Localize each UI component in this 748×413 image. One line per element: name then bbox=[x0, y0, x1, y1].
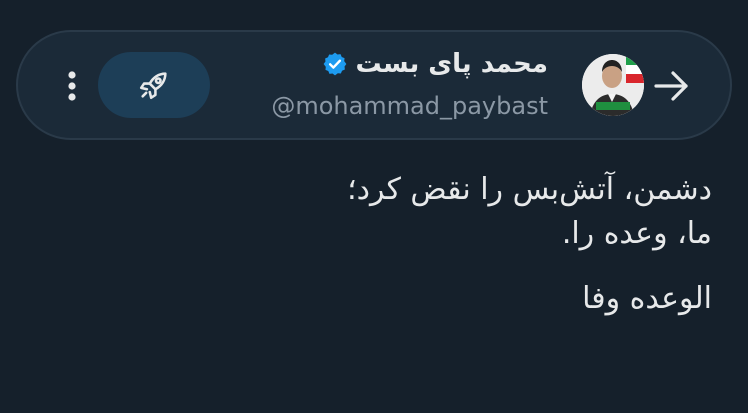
tweet-line: دشمن، آتش‌بس را نقض کرد؛ bbox=[347, 172, 712, 207]
profile-header: محمد پای بست @mohammad_paybast bbox=[16, 30, 732, 140]
verified-badge-icon bbox=[323, 52, 346, 76]
boost-button[interactable] bbox=[98, 52, 210, 118]
user-handle: @mohammad_paybast bbox=[271, 92, 548, 120]
tweet-line: الوعده وفا bbox=[582, 281, 712, 316]
rocket-icon bbox=[139, 72, 167, 100]
avatar-photo bbox=[582, 54, 644, 116]
back-button[interactable] bbox=[652, 68, 692, 104]
arrow-right-icon bbox=[654, 71, 688, 101]
name-row: محمد پای بست bbox=[322, 46, 549, 82]
more-vertical-icon bbox=[68, 71, 76, 101]
display-name: محمد پای بست bbox=[355, 49, 549, 79]
tweet-text: دشمن، آتش‌بس را نقض کرد؛ ما، وعده را. ال… bbox=[72, 168, 712, 321]
more-options-button[interactable] bbox=[60, 68, 84, 104]
avatar[interactable] bbox=[582, 54, 644, 116]
tweet-line: ما، وعده را. bbox=[561, 215, 712, 251]
